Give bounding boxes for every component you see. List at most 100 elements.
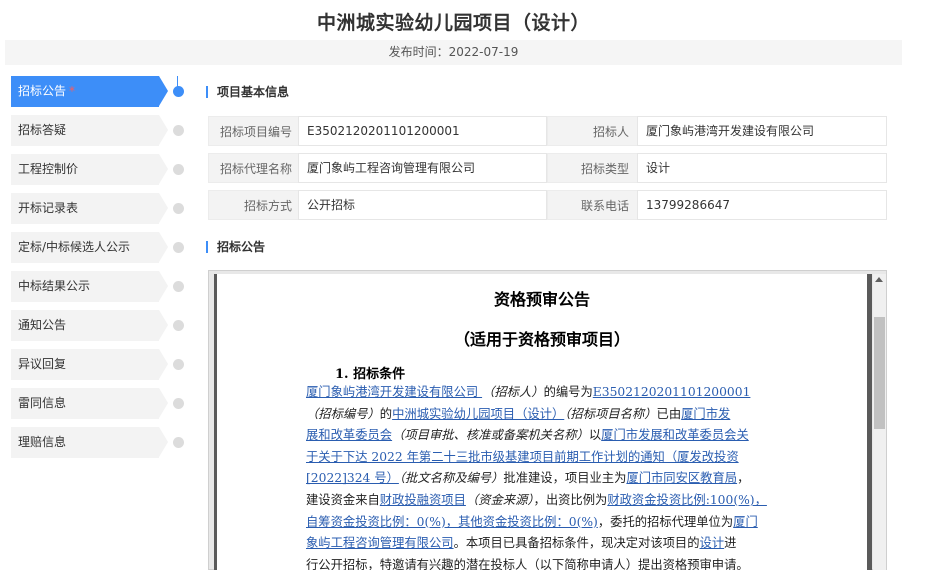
nav-item-label: 定标/中标候选人公示 <box>18 240 131 254</box>
document-page: 资格预审公告 （适用于资格预审项目） 1. 招标条件 厦门象屿港湾开发建设有限公… <box>217 274 867 570</box>
doc-text: 的 <box>379 406 393 421</box>
nav-item-claims[interactable]: 理赔信息 <box>11 427 186 458</box>
doc-note: （批文名称及编号） <box>398 471 504 486</box>
info-value: 设计 <box>637 153 887 183</box>
scroll-thumb[interactable] <box>874 317 885 429</box>
nav-item-arrow <box>159 154 168 184</box>
doc-fill: 展和改革委员会 <box>306 428 393 443</box>
info-value: 13799286647 <box>637 190 887 220</box>
nav-item-arrow <box>159 271 168 301</box>
doc-line: （招标编号）的中洲城实验幼儿园项目（设计）（招标项目名称）已由厦门市发 <box>306 404 796 426</box>
doc-fill: [2022]324 号） <box>306 471 399 486</box>
nav-item-qa[interactable]: 招标答疑 <box>11 115 186 146</box>
nav-label-text: 招标公告 <box>18 84 67 98</box>
nav-item-control-price[interactable]: 工程控制价 <box>11 154 186 185</box>
info-value: 厦门象屿工程咨询管理有限公司 <box>298 153 547 183</box>
nav-item-label: 雷同信息 <box>18 396 67 410</box>
doc-line: 展和改革委员会（项目审批、核准或备案机关名称）以厦门市发展和改革委员会关 <box>306 425 796 447</box>
nav-item-objection[interactable]: 异议回复 <box>11 349 186 380</box>
doc-line: 行公开招标，特邀请有兴趣的潜在投标人（以下简称申请人）提出资格预审申请。 <box>306 555 796 570</box>
doc-fill: 厦门市发 <box>681 406 731 421</box>
doc-line: [2022]324 号）（批文名称及编号）批准建设，项目业主为厦门市同安区教育局… <box>306 468 796 490</box>
page-title: 中洲城实验幼儿园项目（设计） <box>316 12 590 34</box>
doc-text: 建设资金来自 <box>306 492 380 507</box>
doc-fill: 厦门市发展和改革委员会关 <box>601 428 749 443</box>
doc-fill: 设计 <box>699 536 725 551</box>
info-label: 招标方式 <box>208 190 298 220</box>
nav-item-similarity[interactable]: 雷同信息 <box>11 388 186 419</box>
doc-fill: 财政资金投资比例:100(%)， <box>607 492 767 507</box>
nav-item-result[interactable]: 中标结果公示 <box>11 271 186 302</box>
nav-item-bid-opening[interactable]: 开标记录表 <box>11 193 186 224</box>
info-row: 招标项目编号 E3502120201101200001 招标人 厦门象屿港湾开发… <box>208 116 887 146</box>
publish-time-bar: 发布时间：2022-07-19 <box>5 40 902 65</box>
doc-scrollbar[interactable] <box>873 274 886 570</box>
doc-fill: 中洲城实验幼儿园项目（设计） <box>392 406 565 421</box>
nav-dot <box>173 437 184 448</box>
nav-dot <box>173 398 184 409</box>
nav-dot <box>173 125 184 136</box>
nav-item-label: 异议回复 <box>18 357 67 371</box>
document-viewer[interactable]: 资格预审公告 （适用于资格预审项目） 1. 招标条件 厦门象屿港湾开发建设有限公… <box>208 270 887 570</box>
nav-item-label: 理赔信息 <box>18 435 67 449</box>
info-row: 招标代理名称 厦门象屿工程咨询管理有限公司 招标类型 设计 <box>208 153 887 183</box>
nav-item-label: 中标结果公示 <box>18 279 91 293</box>
doc-section-heading: 1. 招标条件 <box>335 367 406 382</box>
nav-dot <box>173 203 184 214</box>
doc-text: 的编号为 <box>543 385 593 399</box>
doc-text: ，委托的招标代理单位为 <box>597 514 734 529</box>
nav-item-arrow <box>159 115 168 145</box>
doc-fill: E3502120201101200001 <box>592 385 751 399</box>
nav-item-label: 开标记录表 <box>18 201 79 215</box>
doc-note: （项目审批、核准或备案机关名称） <box>392 428 589 443</box>
info-label: 招标人 <box>547 116 637 146</box>
info-value: 公开招标 <box>298 190 547 220</box>
doc-note: （招标人） <box>482 385 544 399</box>
doc-text: 。本项目已具备招标条件，现决定对该项目的 <box>453 536 700 551</box>
required-mark: * <box>69 84 76 98</box>
nav-item-label: 招标公告 * <box>18 76 75 107</box>
doc-title: 资格预审公告 <box>493 290 590 309</box>
doc-text: ， <box>737 471 750 486</box>
info-label: 联系电话 <box>547 190 637 220</box>
nav-item-label: 通知公告 <box>18 318 67 332</box>
publish-time: 发布时间：2022-07-19 <box>388 45 519 59</box>
doc-fill: 厦门 <box>733 514 758 529</box>
doc-note: （资金来源） <box>465 492 534 507</box>
doc-fill: 厦门象屿港湾开发建设有限公司 <box>306 385 483 399</box>
nav-item-candidate[interactable]: 定标/中标候选人公示 <box>11 232 186 263</box>
info-row: 招标方式 公开招标 联系电话 13799286647 <box>208 190 887 220</box>
nav-item-notice[interactable]: 通知公告 <box>11 310 186 341</box>
doc-fill: 厦门市同安区教育局 <box>626 471 738 486</box>
nav-dot <box>173 281 184 292</box>
doc-text: 以 <box>588 428 602 443</box>
info-value: E3502120201101200001 <box>298 116 547 146</box>
doc-fill: 自筹资金投资比例：0(%)，其他资金投资比例：0(%) <box>306 514 598 529</box>
doc-fill: 象屿工程咨询管理有限公司 <box>306 536 454 551</box>
doc-line: 自筹资金投资比例：0(%)，其他资金投资比例：0(%)，委托的招标代理单位为厦门 <box>306 512 796 534</box>
doc-note: （招标项目名称） <box>564 406 657 421</box>
doc-note: （招标编号） <box>306 406 380 421</box>
doc-line: 于关于下达 2022 年第二十三批市级基建项目前期工作计划的通知（厦发改投资 <box>306 447 796 469</box>
doc-line: 建设资金来自财政投融资项目（资金来源），出资比例为财政资金投资比例:100(%)… <box>306 490 796 512</box>
nav-dot <box>173 359 184 370</box>
section-title-basic-info: 项目基本信息 <box>206 85 289 99</box>
doc-text: 已由 <box>656 406 682 421</box>
nav-item-arrow <box>159 232 168 262</box>
info-label: 招标代理名称 <box>208 153 298 183</box>
doc-text: 行公开招标，特邀请有兴趣的潜在投标人（以下简称申请人）提出资格预审申请。 <box>306 557 749 570</box>
doc-fill: 财政投融资项目 <box>379 492 466 507</box>
nav-dot <box>173 164 184 175</box>
doc-line: 象屿工程咨询管理有限公司。本项目已具备招标条件，现决定对该项目的设计进 <box>306 533 796 555</box>
project-info-table: 招标项目编号 E3502120201101200001 招标人 厦门象屿港湾开发… <box>208 116 887 227</box>
nav-item-arrow <box>159 349 168 379</box>
nav-dot <box>173 320 184 331</box>
document-frame: 资格预审公告 （适用于资格预审项目） 1. 招标条件 厦门象屿港湾开发建设有限公… <box>214 274 872 570</box>
nav-item-announcement[interactable]: 招标公告 * <box>11 76 186 107</box>
scroll-up-arrow-icon[interactable] <box>875 277 883 282</box>
doc-subtitle: （适用于资格预审项目） <box>453 330 630 349</box>
nav-dot <box>173 242 184 253</box>
nav-item-arrow <box>159 193 168 223</box>
info-label: 招标类型 <box>547 153 637 183</box>
page-header: 中洲城实验幼儿园项目（设计） <box>5 0 902 40</box>
